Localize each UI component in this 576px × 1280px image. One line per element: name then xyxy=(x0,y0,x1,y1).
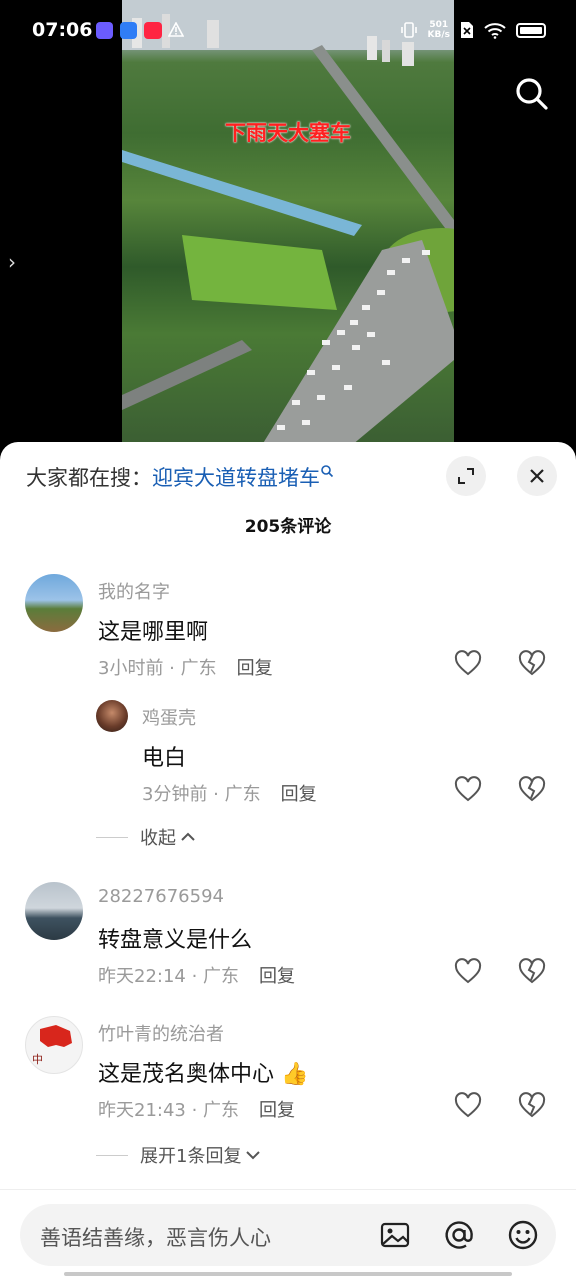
app-screen: 07:06 501 KB/s 下雨天大塞车 › 大家都在搜：迎宾大道转盘堵车 2… xyxy=(0,0,576,1280)
china-map-logo: 中 xyxy=(32,1025,72,1066)
vibrate-icon xyxy=(400,22,417,38)
comment-sheet: 大家都在搜：迎宾大道转盘堵车 205条评论 我的名字 这是哪里啊 3小时前 · … xyxy=(0,442,576,1280)
reply-button[interactable]: 回复 xyxy=(259,966,295,987)
like-icon[interactable] xyxy=(454,1092,482,1120)
video-player[interactable]: 下雨天大塞车 xyxy=(122,0,454,445)
divider xyxy=(0,1189,576,1190)
expand-icon xyxy=(458,468,474,484)
chevron-down-icon xyxy=(246,1151,261,1160)
divider xyxy=(96,836,128,838)
dislike-icon[interactable] xyxy=(518,958,546,986)
search-suggestion[interactable]: 大家都在搜：迎宾大道转盘堵车 xyxy=(26,462,334,492)
home-indicator[interactable] xyxy=(64,1272,512,1276)
chevron-right-icon[interactable]: › xyxy=(8,250,16,274)
avatar[interactable] xyxy=(25,882,83,940)
search-suggestion-prefix: 大家都在搜： xyxy=(26,466,152,490)
video-overlay-title: 下雨天大塞车 xyxy=(225,121,351,145)
comment-time: 昨天22:14 · 广东 xyxy=(98,966,240,987)
search-suggestion-keyword[interactable]: 迎宾大道转盘堵车 xyxy=(152,466,320,490)
search-icon xyxy=(516,78,548,110)
avatar[interactable]: 中 xyxy=(25,1016,83,1074)
comment-time: 3分钟前 · 广东 xyxy=(142,784,261,805)
avatar[interactable] xyxy=(25,574,83,632)
comment-input-placeholder: 善语结善缘，恶言伤人心 xyxy=(40,1226,271,1250)
video-frame-illustration xyxy=(122,0,454,445)
comment-author[interactable]: 28227676594 xyxy=(98,886,224,907)
divider xyxy=(96,1154,128,1156)
comment-meta: 昨天21:43 · 广东 回复 xyxy=(98,1096,295,1122)
comment-meta: 昨天22:14 · 广东 回复 xyxy=(98,962,295,988)
search-icon xyxy=(321,465,334,478)
close-button[interactable] xyxy=(517,456,557,496)
comment-text: 电白 xyxy=(142,746,187,771)
app-notification-icon xyxy=(96,22,113,39)
reply-button[interactable]: 回复 xyxy=(259,1100,295,1121)
net-speed-unit: KB/s xyxy=(427,30,450,40)
wifi-icon xyxy=(484,22,506,39)
comment-input[interactable]: 善语结善缘，恶言伤人心 xyxy=(20,1204,556,1266)
expand-replies-button[interactable]: 展开1条回复 xyxy=(96,1142,261,1168)
comment-meta: 3小时前 · 广东 回复 xyxy=(98,654,273,680)
like-icon[interactable] xyxy=(454,650,482,678)
comment-time: 昨天21:43 · 广东 xyxy=(98,1100,240,1121)
comment-text: 这是哪里啊 xyxy=(98,620,209,645)
emoji-icon[interactable] xyxy=(506,1218,540,1252)
collapse-replies-button[interactable]: 收起 xyxy=(96,824,196,850)
expand-button[interactable] xyxy=(446,456,486,496)
status-bar: 07:06 501 KB/s xyxy=(0,0,576,62)
svg-text:中: 中 xyxy=(32,1053,43,1066)
status-icons: 501 KB/s xyxy=(400,20,546,40)
avatar[interactable] xyxy=(96,700,128,732)
sim-off-icon xyxy=(461,22,473,38)
reply-button[interactable]: 回复 xyxy=(237,658,273,679)
warning-icon xyxy=(167,21,185,37)
chevron-up-icon xyxy=(181,832,195,841)
collapse-label: 收起 xyxy=(140,828,176,849)
net-speed: 501 KB/s xyxy=(428,20,450,40)
dislike-icon[interactable] xyxy=(518,1092,546,1120)
comment-author[interactable]: 鸡蛋壳 xyxy=(142,704,196,730)
dislike-icon[interactable] xyxy=(518,650,546,678)
battery-icon xyxy=(516,22,546,38)
mention-icon[interactable] xyxy=(442,1218,476,1252)
close-icon xyxy=(530,469,544,483)
net-speed-value: 501 xyxy=(429,20,449,30)
comment-time: 3小时前 · 广东 xyxy=(98,658,217,679)
like-icon[interactable] xyxy=(454,776,482,804)
reply-button[interactable]: 回复 xyxy=(281,784,317,805)
xiaohongshu-icon xyxy=(144,22,162,39)
comment-author[interactable]: 竹叶青的统治者 xyxy=(98,1020,224,1046)
image-icon[interactable] xyxy=(378,1218,412,1252)
comment-count: 205条评论 xyxy=(244,517,332,537)
search-button[interactable] xyxy=(512,74,552,114)
like-icon[interactable] xyxy=(454,958,482,986)
comment-text: 这是茂名奥体中心 👍 xyxy=(98,1062,309,1087)
expand-label: 展开1条回复 xyxy=(140,1146,242,1167)
app-notification-icon xyxy=(120,22,137,39)
comment-text: 转盘意义是什么 xyxy=(98,928,253,953)
dislike-icon[interactable] xyxy=(518,776,546,804)
comment-author[interactable]: 我的名字 xyxy=(98,578,170,604)
comment-meta: 3分钟前 · 广东 回复 xyxy=(142,780,317,806)
status-time: 07:06 xyxy=(32,19,93,41)
